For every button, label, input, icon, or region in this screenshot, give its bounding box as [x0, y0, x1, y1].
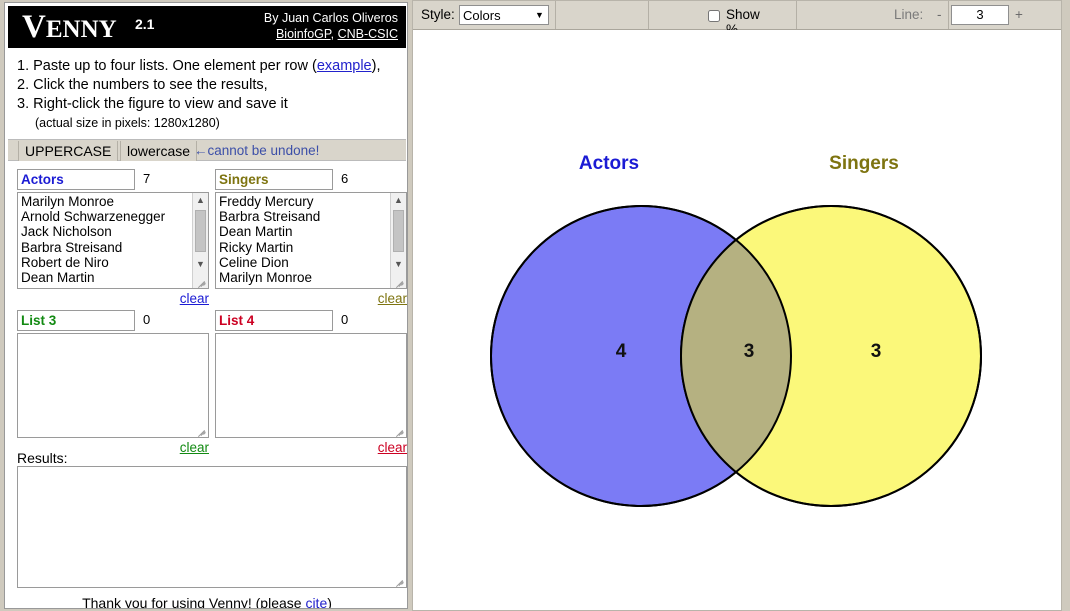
list-3-clear-link[interactable]: clear — [180, 440, 209, 455]
diagram-toolbar: Style: Colors ▼ Show % Line: - 3 + Font:… — [413, 1, 1061, 37]
left-control-panel: VENNY 2.1 By Juan Carlos Oliveros Bioinf… — [4, 2, 408, 609]
list-group-1: 7 Marilyn MonroeArnold SchwarzeneggerJac… — [17, 169, 209, 306]
scroll-up-icon[interactable]: ▲ — [193, 193, 208, 208]
instruction-step-1-pre: 1. Paste up to four lists. One element p… — [17, 58, 317, 74]
venn-label-singers: Singers — [829, 153, 899, 174]
bioinfogp-link[interactable]: BioinfoGP — [276, 27, 331, 41]
list-2-scrollbar[interactable]: ▲ ▼ — [390, 193, 406, 288]
author-name: By Juan Carlos Oliveros — [263, 11, 398, 25]
venn-label-actors: Actors — [578, 153, 640, 174]
uppercase-button[interactable]: UPPERCASE — [18, 141, 119, 161]
venn-canvas[interactable]: Actors Singers 4 3 3 — [413, 30, 1061, 610]
scroll-thumb[interactable] — [195, 210, 206, 252]
instruction-step-2: 2. Click the numbers to see the results, — [17, 77, 268, 93]
instruction-step-3: 3. Right-click the figure to view and sa… — [17, 96, 288, 112]
style-label: Style: — [421, 7, 455, 22]
results-textarea[interactable] — [17, 466, 407, 588]
scroll-up-icon[interactable]: ▲ — [391, 193, 406, 208]
list-2-name-row: 6 — [215, 169, 407, 190]
list-4-count: 0 — [341, 312, 349, 327]
list-4-textarea[interactable] — [215, 333, 407, 438]
list-3-name-input[interactable] — [17, 310, 135, 331]
list-1-textarea[interactable]: Marilyn Monroe Arnold Schwarzenegger Jack … — [17, 192, 209, 289]
page-scrollbar[interactable] — [1063, 0, 1070, 611]
scroll-down-icon[interactable]: ▼ — [391, 257, 406, 272]
footer-thanks-pre: Thank you for using Venny! (please — [82, 595, 306, 609]
line-section: Line: - 3 + — [649, 1, 1023, 29]
resize-grip-icon[interactable] — [394, 425, 405, 437]
instruction-step-1-post: ), — [371, 58, 381, 74]
instructions-block: 1. Paste up to four lists. One element p… — [17, 57, 402, 133]
style-select[interactable]: Colors — [459, 5, 549, 25]
cannot-be-undone-note: ←cannot be undone! — [194, 143, 320, 158]
cnb-csic-link[interactable]: CNB-CSIC — [338, 27, 398, 41]
list-1-items: Marilyn Monroe Arnold Schwarzenegger Jack … — [21, 194, 166, 286]
list-4-name-input[interactable] — [215, 310, 333, 331]
show-percent-section: Show % — [556, 1, 760, 37]
resize-grip-icon[interactable] — [196, 425, 207, 437]
list-2-count: 6 — [341, 171, 349, 186]
list-2-clear-link[interactable]: clear — [378, 291, 407, 306]
lowercase-button[interactable]: lowercase — [120, 141, 198, 161]
instruction-step-1: 1. Paste up to four lists. One element p… — [17, 57, 402, 76]
resize-grip-icon[interactable] — [394, 575, 405, 588]
list-1-name-input[interactable] — [17, 169, 135, 190]
list-1-scrollbar[interactable]: ▲ ▼ — [192, 193, 208, 288]
list-2-items: Freddy Mercury Barbra Streisand Dean Marti… — [219, 194, 321, 286]
app-version: 2.1 — [135, 16, 155, 32]
family-section: Family: Serif ▼ — [949, 1, 1061, 29]
list-1-count: 7 — [143, 171, 151, 186]
list-2-name-input[interactable] — [215, 169, 333, 190]
author-links: BioinfoGP, CNB-CSIC — [158, 26, 398, 42]
list-group-2: 6 Freddy MercuryBarbra StreisandDean Mar… — [215, 169, 407, 306]
venn-count-actors-only[interactable]: 4 — [601, 341, 641, 363]
list-4-clear-link[interactable]: clear — [378, 440, 407, 455]
results-label: Results: — [17, 450, 68, 466]
footer-thanks: Thank you for using Venny! (please cite) — [5, 595, 407, 609]
venn-count-intersection[interactable]: 3 — [729, 341, 769, 363]
cite-link[interactable]: cite — [305, 595, 327, 608]
venn-count-singers-only[interactable]: 3 — [856, 341, 896, 363]
list-3-textarea[interactable] — [17, 333, 209, 438]
author-credit: By Juan Carlos Oliveros BioinfoGP, CNB-C… — [158, 10, 398, 42]
case-conversion-bar: UPPERCASE lowercase ←cannot be undone! — [8, 139, 406, 161]
scroll-down-icon[interactable]: ▼ — [193, 257, 208, 272]
diagram-panel: Style: Colors ▼ Show % Line: - 3 + Font:… — [412, 0, 1062, 611]
app-header: VENNY 2.1 By Juan Carlos Oliveros Bioinf… — [8, 6, 406, 48]
list-3-count: 0 — [143, 312, 151, 327]
app-logo: VENNY — [22, 9, 117, 48]
list-1-name-row: 7 — [17, 169, 209, 190]
list-4-name-row: 0 — [215, 310, 407, 331]
venny-app: VENNY 2.1 By Juan Carlos Oliveros Bioinf… — [0, 0, 1070, 611]
style-section: Style: Colors ▼ — [413, 1, 556, 29]
venn-svg — [490, 205, 982, 507]
actual-size-note: (actual size in pixels: 1280x1280) — [35, 116, 220, 130]
example-link[interactable]: example — [317, 58, 372, 74]
font-section: Font: - 28 + — [797, 1, 949, 29]
scroll-thumb[interactable] — [393, 210, 404, 252]
app-logo-text: VENNY — [22, 9, 117, 45]
author-sep: , — [330, 27, 338, 41]
list-2-textarea[interactable]: Freddy Mercury Barbra Streisand Dean Marti… — [215, 192, 407, 289]
footer-thanks-post: ) — [327, 595, 332, 609]
list-group-4: 0 clear — [215, 310, 407, 455]
list-group-3: 0 clear — [17, 310, 209, 455]
list-3-name-row: 0 — [17, 310, 209, 331]
list-1-clear-link[interactable]: clear — [180, 291, 209, 306]
